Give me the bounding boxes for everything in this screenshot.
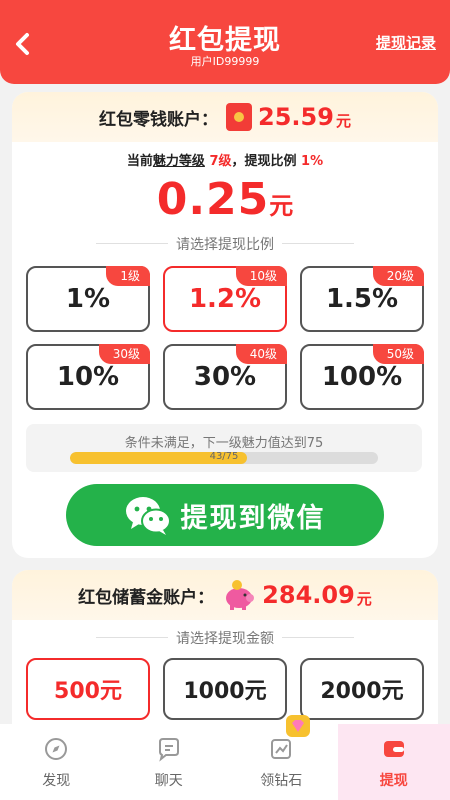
amount-option-2[interactable]: 1000元	[163, 658, 287, 720]
nav-item-diamonds[interactable]: 领钻石	[225, 715, 338, 800]
change-account-amount: 25.59	[258, 103, 334, 131]
chat-icon	[158, 738, 179, 762]
change-account-header: 红包零钱账户： 25.59 元	[12, 92, 438, 142]
nav-label-withdraw: 提现	[379, 773, 408, 789]
amount-option-label: 2000元	[320, 679, 404, 704]
ratio-option-5[interactable]: 40级 30%	[163, 344, 287, 410]
level-value: 7级	[209, 154, 232, 169]
withdraw-amount: 0.25元	[12, 174, 438, 225]
ratio-option-value: 10%	[56, 362, 120, 392]
wallet-icon	[383, 741, 404, 757]
ratio-option-value: 100%	[321, 362, 403, 392]
bottom-nav: 发现 聊天 领钻石 提现	[0, 715, 450, 800]
withdraw-to-wechat-button[interactable]: 提现到微信	[66, 484, 384, 546]
withdraw-amount-unit: 元	[269, 192, 294, 220]
withdraw-amount-number: 0.25	[156, 174, 270, 225]
level-prefix: 当前	[126, 154, 153, 169]
change-account-card: 红包零钱账户： 25.59 元 当前魅力等级 7级，提现比例 1% 0.25元 …	[12, 92, 438, 558]
amount-option-label: 1000元	[183, 679, 267, 704]
savings-account-unit: 元	[356, 589, 372, 608]
savings-account-header: 红包储蓄金账户： 284.09 元	[12, 570, 438, 620]
nav-item-discover[interactable]: 发现	[0, 724, 113, 800]
level-condition-box: 条件未满足，下一级魅力值达到75 43/75	[26, 424, 422, 472]
compass-icon	[45, 738, 68, 760]
savings-account-amount: 284.09	[262, 581, 355, 609]
select-ratio-title: 请选择提现比例	[12, 234, 438, 254]
user-id-label: 用户ID99999	[190, 55, 260, 68]
amount-option-3[interactable]: 2000元	[300, 658, 424, 720]
select-amount-title: 请选择提现金额	[12, 628, 438, 648]
diamond-badge-icon	[286, 715, 310, 737]
ratio-option-3[interactable]: 20级 1.5%	[300, 266, 424, 332]
ratio-option-2[interactable]: 10级 1.2%	[163, 266, 287, 332]
wechat-icon	[125, 497, 171, 535]
red-envelope-icon	[226, 103, 253, 131]
ratio-option-value: 1.2%	[188, 284, 262, 314]
ratio-option-tag: 1级	[106, 266, 150, 286]
chart-icon	[271, 739, 292, 759]
ratio-option-tag: 40级	[235, 344, 287, 364]
ratio-option-tag: 50级	[372, 344, 424, 364]
savings-account-label: 红包储蓄金账户：	[78, 587, 215, 608]
nav-item-chat[interactable]: 聊天	[113, 724, 226, 800]
ratio-option-1[interactable]: 1级 1%	[26, 266, 150, 332]
amount-option-label: 500元	[54, 679, 122, 704]
ratio-option-6[interactable]: 50级 100%	[300, 344, 424, 410]
header-bar: 红包提现 用户ID99999 提现记录	[0, 0, 450, 84]
condition-text: 条件未满足，下一级魅力值达到75	[124, 436, 324, 451]
ratio-option-value: 30%	[193, 362, 257, 392]
ratio-option-tag: 30级	[98, 344, 150, 364]
ratio-prefix: ，提现比例	[231, 154, 297, 169]
withdraw-records-link[interactable]: 提现记录	[376, 32, 436, 53]
charm-level-link[interactable]: 魅力等级	[153, 154, 205, 169]
ratio-option-value: 1%	[65, 284, 111, 314]
ratio-option-value: 1.5%	[325, 284, 399, 314]
ratio-option-4[interactable]: 30级 10%	[26, 344, 150, 410]
amount-option-1[interactable]: 500元	[26, 658, 150, 720]
ratio-option-tag: 20级	[372, 266, 424, 286]
nav-label-diamonds: 领钻石	[260, 773, 303, 789]
piggy-bank-icon	[226, 580, 255, 610]
nav-label-chat: 聊天	[154, 773, 183, 789]
nav-item-withdraw[interactable]: 提现	[337, 724, 450, 800]
change-account-unit: 元	[335, 111, 351, 130]
level-info: 当前魅力等级 7级，提现比例 1%	[12, 150, 438, 169]
ratio-value: 1%	[301, 154, 324, 169]
withdraw-to-wechat-label: 提现到微信	[180, 502, 326, 534]
charm-progress-text: 43/75	[209, 451, 239, 462]
ratio-option-tag: 10级	[235, 266, 287, 286]
change-account-label: 红包零钱账户：	[99, 109, 219, 130]
nav-label-discover: 发现	[42, 773, 71, 789]
